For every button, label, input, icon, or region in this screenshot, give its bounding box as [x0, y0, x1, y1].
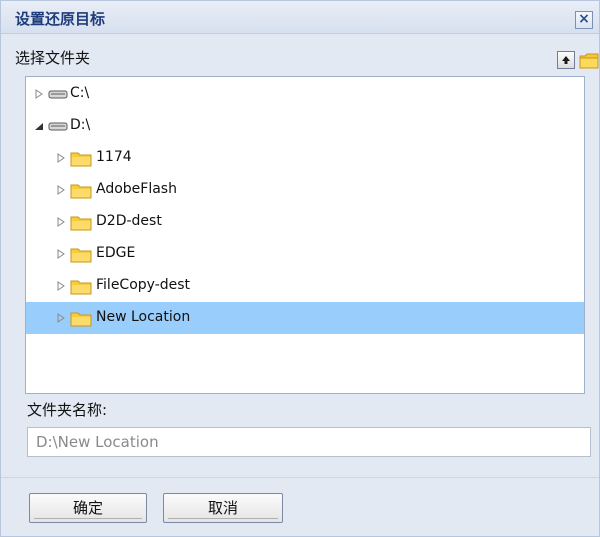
tree-item-label: D2D-dest [96, 213, 162, 229]
folder-tree[interactable]: C:\ D:\ 1174 AdobeFlash D2D-dest EDGE FileCopy… [25, 76, 585, 394]
dialog-titlebar: 设置还原目标 × [1, 1, 599, 34]
collapsed-arrow-icon[interactable] [56, 184, 66, 196]
new-folder-icon [579, 53, 599, 69]
folder-icon [70, 216, 92, 231]
collapsed-arrow-icon[interactable] [56, 216, 66, 228]
drive-icon [48, 90, 68, 99]
restore-target-dialog: 设置还原目标 × 选择文件夹 C:\ D:\ 1174 AdobeFlash D2D-d… [0, 0, 600, 537]
tree-item[interactable]: EDGE [26, 238, 584, 270]
tree-item[interactable]: AdobeFlash [26, 174, 584, 206]
folder-icon [70, 184, 92, 199]
collapsed-arrow-icon[interactable] [56, 312, 66, 324]
collapsed-arrow-icon[interactable] [34, 88, 44, 100]
footer-divider [1, 477, 599, 478]
drive-icon [48, 122, 68, 131]
select-folder-label: 选择文件夹 [15, 49, 91, 67]
dialog-title: 设置还原目标 [15, 10, 106, 28]
expanded-arrow-icon[interactable] [34, 120, 44, 132]
tree-item[interactable]: FileCopy-dest [26, 270, 584, 302]
collapsed-arrow-icon[interactable] [56, 248, 66, 260]
tree-item-label: C:\ [70, 85, 90, 101]
folder-icon [70, 248, 92, 263]
new-folder-button[interactable] [578, 50, 600, 70]
folder-icon [70, 152, 92, 167]
tree-item[interactable]: D:\ [26, 110, 584, 142]
folder-icon [70, 280, 92, 295]
ok-button[interactable]: 确定 [29, 493, 147, 523]
tree-item[interactable]: C:\ [26, 78, 584, 110]
tree-item-label: D:\ [70, 117, 91, 133]
tree-item[interactable]: New Location [26, 302, 584, 334]
collapsed-arrow-icon[interactable] [56, 152, 66, 164]
up-folder-button[interactable] [557, 51, 575, 69]
folder-name-label: 文件夹名称: [27, 401, 108, 419]
folder-name-input[interactable] [27, 427, 591, 457]
folder-icon [70, 312, 92, 327]
tree-item-label: New Location [96, 309, 191, 325]
tree-item-label: FileCopy-dest [96, 277, 191, 293]
tree-item[interactable]: D2D-dest [26, 206, 584, 238]
ok-button-label: 确定 [72, 499, 103, 517]
tree-item-label: 1174 [96, 149, 132, 165]
close-button[interactable]: × [575, 11, 593, 29]
tree-item-label: EDGE [96, 245, 136, 261]
cancel-button[interactable]: 取消 [163, 493, 283, 523]
up-arrow-icon [562, 56, 570, 64]
collapsed-arrow-icon[interactable] [56, 280, 66, 292]
close-icon: × [578, 11, 590, 27]
tree-item[interactable]: 1174 [26, 142, 584, 174]
cancel-button-label: 取消 [207, 499, 238, 517]
tree-item-label: AdobeFlash [96, 181, 177, 197]
